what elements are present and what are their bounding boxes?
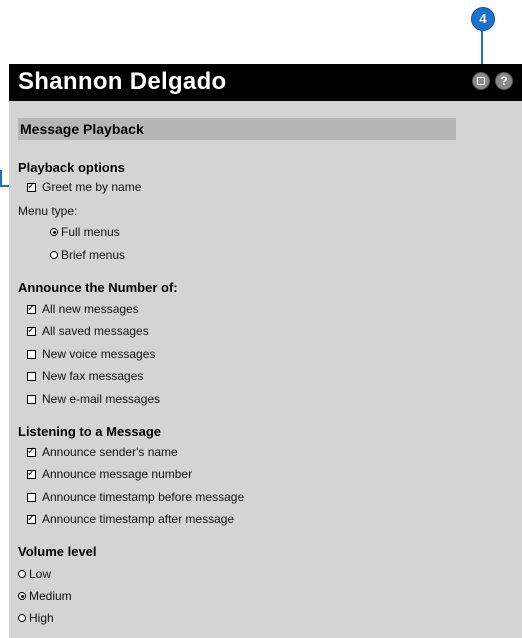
volume-high-radio-row[interactable]: High	[18, 610, 54, 626]
listening-item-row[interactable]: Announce timestamp after message	[27, 511, 234, 527]
new-fax-messages-label: New fax messages	[42, 369, 144, 383]
title-bar: Shannon Delgado ?	[9, 64, 522, 101]
callout-pointer-line	[481, 30, 483, 66]
menu-type-brief-radio-row[interactable]: Brief menus	[50, 247, 125, 263]
all-saved-messages-label: All saved messages	[42, 324, 149, 338]
volume-low-radio[interactable]	[18, 570, 26, 578]
settings-window: Shannon Delgado ? Message Playback Playb…	[9, 64, 522, 638]
announce-number-heading: Announce the Number of:	[18, 280, 178, 295]
new-fax-messages-checkbox[interactable]	[27, 371, 36, 381]
volume-medium-radio-row[interactable]: Medium	[18, 588, 72, 604]
section-title: Message Playback	[20, 121, 144, 137]
print-icon-glyph	[477, 77, 485, 85]
announce-sender-checkbox[interactable]	[27, 445, 36, 459]
callout-number: 4	[479, 11, 487, 26]
playback-options-heading: Playback options	[18, 160, 125, 175]
announce-item-row[interactable]: All new messages	[27, 301, 139, 317]
listening-item-row[interactable]: Announce sender's name	[27, 444, 178, 460]
print-icon[interactable]	[472, 72, 490, 90]
menu-type-brief-label: Brief menus	[61, 248, 126, 262]
window-title: Shannon Delgado	[18, 68, 227, 95]
volume-level-heading: Volume level	[18, 544, 97, 559]
section-header: Message Playback	[18, 118, 456, 140]
listening-heading: Listening to a Message	[18, 424, 162, 439]
greet-me-checkbox[interactable]	[27, 180, 36, 194]
volume-low-label: Low	[29, 567, 52, 581]
all-new-messages-checkbox[interactable]	[27, 302, 36, 316]
menu-type-full-label: Full menus	[61, 225, 120, 239]
menu-type-label: Menu type:	[18, 204, 78, 218]
announce-message-number-checkbox[interactable]	[27, 467, 36, 481]
menu-type-full-radio-row[interactable]: Full menus	[50, 224, 120, 240]
announce-item-row[interactable]: New voice messages	[27, 346, 155, 362]
announce-message-number-label: Announce message number	[42, 467, 193, 481]
help-icon[interactable]: ?	[495, 72, 513, 90]
new-voice-messages-label: New voice messages	[42, 347, 156, 361]
menu-type-brief-radio[interactable]	[50, 251, 58, 259]
announce-timestamp-before-checkbox[interactable]	[27, 492, 36, 502]
greet-me-label: Greet me by name	[42, 180, 142, 194]
all-new-messages-label: All new messages	[42, 302, 139, 316]
callout-number-badge: 4	[471, 7, 495, 31]
announce-timestamp-after-label: Announce timestamp after message	[42, 512, 235, 526]
volume-medium-label: Medium	[29, 589, 72, 603]
all-saved-messages-checkbox[interactable]	[27, 324, 36, 338]
new-voice-messages-checkbox[interactable]	[27, 349, 36, 359]
listening-item-row[interactable]: Announce timestamp before message	[27, 489, 244, 505]
volume-low-radio-row[interactable]: Low	[18, 566, 51, 582]
greet-me-checkbox-row[interactable]: Greet me by name	[27, 179, 141, 195]
announce-timestamp-after-checkbox[interactable]	[27, 512, 36, 526]
volume-high-radio[interactable]	[18, 614, 26, 622]
new-email-messages-label: New e-mail messages	[42, 392, 161, 406]
new-email-messages-checkbox[interactable]	[27, 394, 36, 404]
announce-item-row[interactable]: All saved messages	[27, 323, 149, 339]
volume-medium-radio[interactable]	[18, 592, 26, 600]
announce-sender-label: Announce sender's name	[42, 445, 178, 459]
volume-high-label: High	[29, 611, 54, 625]
announce-timestamp-before-label: Announce timestamp before message	[42, 490, 245, 504]
listening-item-row[interactable]: Announce message number	[27, 466, 192, 482]
announce-item-row[interactable]: New e-mail messages	[27, 391, 160, 407]
announce-item-row[interactable]: New fax messages	[27, 368, 143, 384]
menu-type-full-radio[interactable]	[50, 228, 58, 236]
